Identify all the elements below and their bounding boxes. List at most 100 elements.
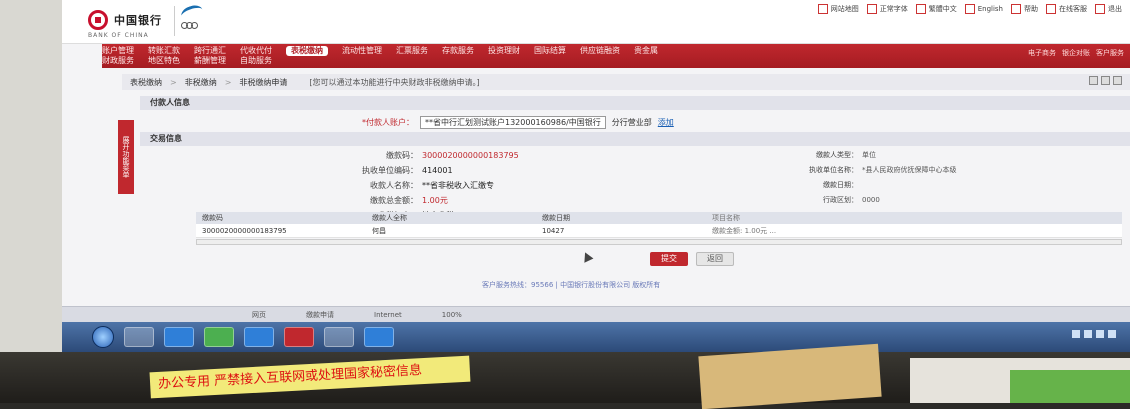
payer-section-title: 付款人信息 [140,96,1130,110]
submit-button[interactable]: 提交 [650,252,688,266]
cell-date: 10427 [542,227,565,235]
tray-icon[interactable] [1096,330,1104,338]
status-text: 100% [441,310,462,319]
tray-icon[interactable] [1084,330,1092,338]
breadcrumb-item: 非税缴纳申请 [239,77,288,87]
quick-link[interactable]: 正常字体 [866,4,908,14]
field-value: 414001 [422,166,453,175]
breadcrumb-item[interactable]: 表税缴纳 [130,77,162,88]
system-tray [1072,330,1116,338]
nav-column: 跨行通汇 薪酬管理 [194,46,226,66]
field-label: 缴款码： [386,151,418,160]
nav-column: 供应链融资 [580,46,620,56]
nav-item[interactable]: 代收代付 [240,46,272,56]
desk-green-box [1010,370,1130,403]
browser-status-bar: 网页 缴款申请 Internet 100% [62,306,1130,322]
field-value: *县人民政府优抚保障中心本级 [862,166,957,174]
panel-controls [1089,76,1122,85]
form-row: 缴款日期： [782,178,1082,193]
column-header: 缴款日期 [542,214,570,222]
breadcrumb-separator: > [170,77,177,87]
nav-column: 存款服务 [442,46,474,56]
tray-icon[interactable] [1108,330,1116,338]
site-header: 中国银行 BANK OF CHINA 网站地图 正常字体 繁體中文 Englis… [62,0,1130,44]
taskbar-app-icon[interactable] [244,327,274,347]
cell-project: 缴款金额: 1.00元 ... [712,227,777,235]
olympic-emblem [174,2,208,36]
nav-item[interactable]: 投资理财 [488,46,520,56]
column-header: 缴款人全称 [372,214,407,222]
quick-link[interactable]: 繁體中文 [915,4,957,14]
nav-item[interactable]: 国际结算 [534,46,566,56]
nav-right-item[interactable]: 客户服务 [1096,48,1124,58]
field-label: 缴款人类型： [816,151,858,159]
side-menu-tab[interactable]: 展开功能菜单 [118,120,134,194]
horizontal-scrollbar[interactable] [196,239,1122,245]
nav-item[interactable]: 流动性管理 [342,46,382,56]
taskbar-app-icon[interactable] [324,327,354,347]
nav-column: 汇票服务 [396,46,428,56]
back-button[interactable]: 返回 [696,252,734,266]
nav-item[interactable]: 供应链融资 [580,46,620,56]
nav-item[interactable]: 存款服务 [442,46,474,56]
nav-column: 代收代付 自助服务 [240,46,272,66]
nav-item[interactable]: 自助服务 [240,56,272,66]
quick-link-icon [866,4,877,14]
field-label: 缴款日期： [823,181,858,189]
field-label: 执收单位编码： [362,166,418,175]
cell-code: 3000020000000183795 [202,227,287,235]
form-row: 缴款人类型： 单位 [782,148,1082,163]
ie-icon[interactable] [164,327,194,347]
taskbar-app-icon[interactable] [124,327,154,347]
quick-link[interactable]: 网站地图 [817,4,859,14]
nav-item[interactable]: 薪酬管理 [194,56,226,66]
table-row[interactable]: 3000020000000183795 何昌 10427 缴款金额: 1.00元… [196,224,1122,238]
form-row: 缴款码： 3000020000000183795 [302,148,662,163]
nav-item-active[interactable]: 表税缴纳 [286,46,328,56]
emblem-swirl-icon [179,2,205,24]
nav-column: 投资理财 [488,46,520,56]
column-header: 项目名称 [712,214,740,222]
payer-account-select[interactable]: **省中行汇划测试账户132000160986/中国银行 [420,116,606,129]
quick-link[interactable]: English [964,4,1003,14]
nav-item[interactable]: 跨行通汇 [194,46,226,56]
nav-item[interactable]: 地区特色 [148,56,180,66]
status-text: 网页 [252,310,266,319]
quick-link[interactable]: 在线客服 [1046,4,1087,14]
payment-table: 缴款码 缴款人全称 缴款日期 项目名称 3000020000000183795 … [196,212,1122,245]
pdf-icon[interactable] [284,327,314,347]
form-row: 缴款总金额： 1.00元 [302,193,662,208]
quick-link[interactable]: 退出 [1095,4,1122,14]
quick-link-icon [1011,4,1021,14]
minimize-icon[interactable] [1089,76,1098,85]
payer-row: *付款人账户： **省中行汇划测试账户132000160986/中国银行 分行营… [362,116,674,129]
windows-taskbar [62,322,1130,352]
payer-branch: 分行营业部 [611,118,652,127]
tray-icon[interactable] [1072,330,1080,338]
column-header: 缴款码 [202,214,223,222]
taskbar-app-icon[interactable] [204,327,234,347]
monitor-bezel [0,0,62,403]
bank-logo-icon [88,10,108,30]
quick-link[interactable]: 帮助 [1011,4,1038,14]
payer-switch-link[interactable]: 添加 [658,117,674,128]
cell-payer: 何昌 [372,227,386,235]
field-value: **省非税收入汇缴专 [422,181,494,190]
nav-item[interactable]: 转账汇款 [148,46,180,56]
status-text: Internet [374,310,402,319]
close-icon[interactable] [1113,76,1122,85]
nav-item[interactable]: 财政服务 [102,56,134,66]
breadcrumb-item[interactable]: 非税缴纳 [185,77,217,88]
form-row: 收款人名称： **省非税收入汇缴专 [302,178,662,193]
nav-item[interactable]: 汇票服务 [396,46,428,56]
taskbar-app-icon[interactable] [364,327,394,347]
nav-right-item[interactable]: 银企对账 [1062,48,1090,58]
quick-link-icon [915,4,926,14]
field-label: 执收单位名称： [809,166,858,174]
maximize-icon[interactable] [1101,76,1110,85]
start-button[interactable] [92,326,114,348]
nav-column: 转账汇款 地区特色 [148,46,180,66]
nav-item[interactable]: 账户管理 [102,46,134,56]
nav-right-item[interactable]: 电子商务 [1028,48,1056,58]
nav-item[interactable]: 贵金属 [634,46,658,56]
